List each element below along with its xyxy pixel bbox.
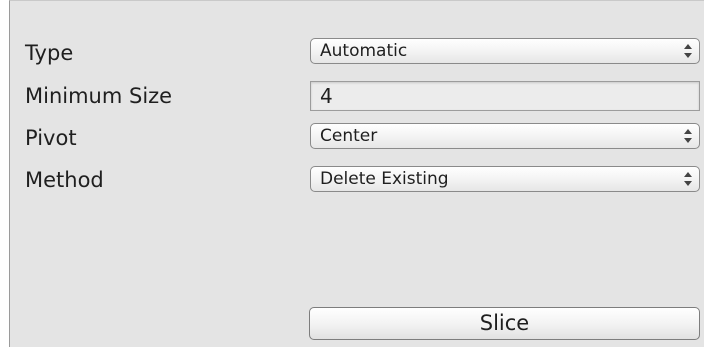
method-dropdown[interactable]: Delete Existing — [310, 166, 700, 192]
slice-button[interactable]: Slice — [309, 307, 700, 340]
minimum-size-label: Minimum Size — [25, 84, 173, 108]
type-dropdown[interactable]: Automatic — [310, 38, 700, 64]
pivot-dropdown[interactable]: Center — [310, 123, 700, 149]
type-label: Type — [25, 41, 74, 65]
up-down-arrows-icon — [684, 172, 692, 186]
method-label: Method — [25, 168, 104, 192]
pivot-label: Pivot — [25, 126, 77, 150]
type-dropdown-value: Automatic — [320, 41, 408, 61]
slice-settings-panel: Type Automatic Minimum Size 4 Pivot Cent… — [9, 0, 704, 347]
up-down-arrows-icon — [684, 129, 692, 143]
pivot-dropdown-value: Center — [320, 126, 378, 146]
minimum-size-field[interactable]: 4 — [310, 81, 700, 111]
method-dropdown-value: Delete Existing — [320, 169, 449, 189]
up-down-arrows-icon — [684, 44, 692, 58]
